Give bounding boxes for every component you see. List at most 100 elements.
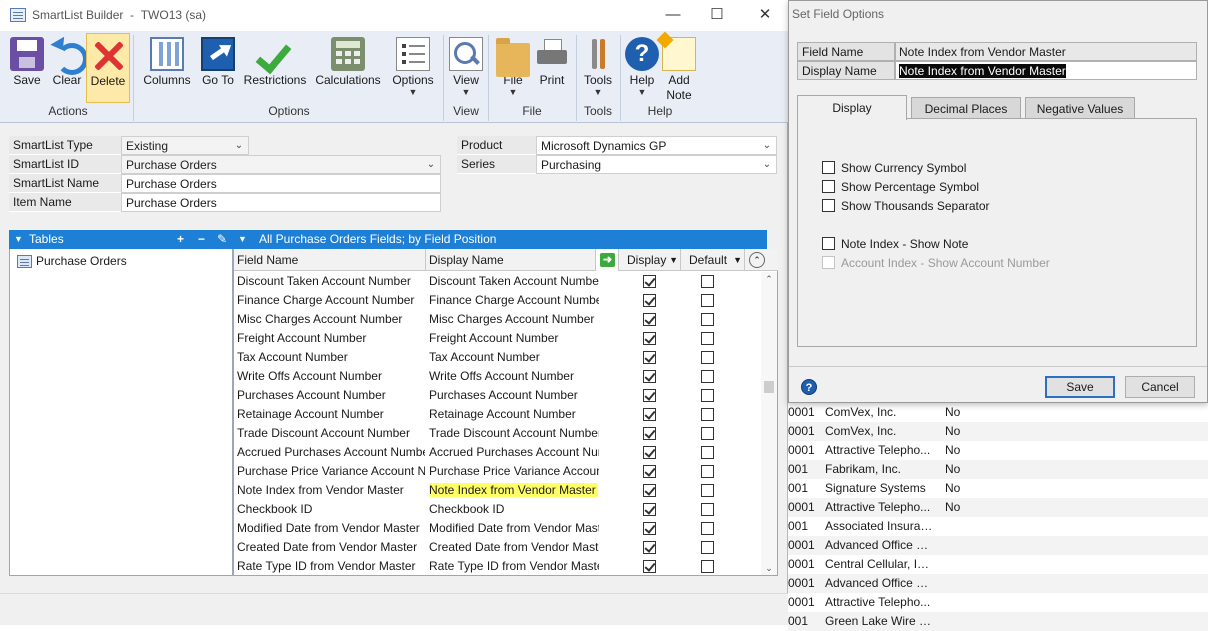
- display-name-cell[interactable]: Freight Account Number: [429, 329, 599, 348]
- display-checkbox[interactable]: [643, 465, 656, 478]
- default-checkbox[interactable]: [701, 465, 714, 478]
- column-display-name[interactable]: Display Name: [426, 249, 596, 271]
- display-name-cell[interactable]: Checkbook ID: [429, 500, 599, 519]
- table-row[interactable]: Finance Charge Account Number Finance Cha…: [234, 291, 762, 310]
- default-checkbox[interactable]: [701, 427, 714, 440]
- table-row[interactable]: Rate Type ID from Vendor Master Rate Type…: [234, 557, 762, 576]
- view-button[interactable]: View ▼: [448, 33, 484, 105]
- help-icon[interactable]: ?: [801, 379, 817, 395]
- scroll-down-icon[interactable]: ⌄: [761, 561, 777, 575]
- smartlist-id-select[interactable]: Purchase Orders ⌄: [121, 155, 441, 174]
- display-name-cell[interactable]: Write Offs Account Number: [429, 367, 599, 386]
- add-table-icon[interactable]: +: [177, 230, 184, 249]
- arrow-right-icon[interactable]: ➜: [596, 249, 619, 271]
- table-row[interactable]: Trade Discount Account Number Trade Disco…: [234, 424, 762, 443]
- table-row[interactable]: Write Offs Account Number Write Offs Acco…: [234, 367, 762, 386]
- table-row[interactable]: Misc Charges Account Number Misc Charges …: [234, 310, 762, 329]
- clear-button[interactable]: Clear: [48, 33, 88, 105]
- display-name-cell[interactable]: Purchases Account Number: [429, 386, 599, 405]
- collapse-icon[interactable]: ▼: [238, 230, 247, 249]
- default-checkbox[interactable]: [701, 294, 714, 307]
- table-row[interactable]: Accrued Purchases Account Number Accrued …: [234, 443, 762, 462]
- display-name-cell[interactable]: Retainage Account Number: [429, 405, 599, 424]
- default-checkbox[interactable]: [701, 408, 714, 421]
- help-button[interactable]: ? Help ▼: [624, 33, 660, 105]
- tab-decimal-places[interactable]: Decimal Places: [911, 97, 1021, 119]
- table-row[interactable]: Tax Account Number Tax Account Number: [234, 348, 762, 367]
- note-index-show-note-checkbox[interactable]: Note Index - Show Note: [822, 236, 968, 252]
- item-name-input[interactable]: Purchase Orders: [121, 193, 441, 212]
- table-row[interactable]: Checkbook ID Checkbook ID: [234, 500, 762, 519]
- close-button[interactable]: ✕: [742, 0, 788, 31]
- tools-button[interactable]: Tools ▼: [580, 33, 616, 105]
- display-checkbox[interactable]: [643, 313, 656, 326]
- display-checkbox[interactable]: [643, 427, 656, 440]
- collapse-icon[interactable]: ▼: [14, 230, 23, 249]
- print-button[interactable]: Print: [534, 33, 570, 105]
- cancel-button[interactable]: Cancel: [1125, 376, 1195, 398]
- smartlist-type-select[interactable]: Existing ⌄: [121, 136, 249, 155]
- default-checkbox[interactable]: [701, 332, 714, 345]
- file-button[interactable]: File ▼: [494, 33, 532, 105]
- table-row[interactable]: Created Date from Vendor Master Created D…: [234, 538, 762, 557]
- display-name-input[interactable]: Note Index from Vendor Master: [895, 61, 1197, 80]
- table-row[interactable]: Note Index from Vendor Master Note Index …: [234, 481, 762, 500]
- display-name-cell[interactable]: Discount Taken Account Number: [429, 272, 599, 291]
- column-field-name[interactable]: Field Name: [234, 249, 426, 271]
- display-name-cell[interactable]: Created Date from Vendor Master: [429, 538, 599, 557]
- display-checkbox[interactable]: [643, 332, 656, 345]
- default-checkbox[interactable]: [701, 503, 714, 516]
- default-checkbox[interactable]: [701, 446, 714, 459]
- display-name-cell[interactable]: Accrued Purchases Account Number: [429, 443, 599, 462]
- minimize-button[interactable]: —: [650, 0, 696, 31]
- table-row[interactable]: Retainage Account Number Retainage Accoun…: [234, 405, 762, 424]
- delete-button[interactable]: Delete: [86, 33, 130, 103]
- default-checkbox[interactable]: [701, 275, 714, 288]
- default-checkbox[interactable]: [701, 370, 714, 383]
- grid-scrollbar[interactable]: ⌃ ⌄: [761, 272, 777, 575]
- series-select[interactable]: Purchasing ⌄: [536, 155, 777, 174]
- display-name-cell[interactable]: Rate Type ID from Vendor Master: [429, 557, 599, 576]
- table-row[interactable]: Freight Account Number Freight Account Nu…: [234, 329, 762, 348]
- column-display[interactable]: Display ▼: [619, 249, 681, 271]
- show-percentage-symbol-checkbox[interactable]: Show Percentage Symbol: [822, 179, 979, 195]
- display-checkbox[interactable]: [643, 408, 656, 421]
- display-checkbox[interactable]: [643, 351, 656, 364]
- add-note-button[interactable]: Add Note: [662, 33, 696, 105]
- collapse-up-icon[interactable]: ⌃: [745, 249, 778, 271]
- maximize-button[interactable]: ☐: [694, 0, 740, 31]
- calculations-button[interactable]: Calculations: [314, 33, 382, 105]
- default-checkbox[interactable]: [701, 560, 714, 573]
- table-item-purchase-orders[interactable]: Purchase Orders: [14, 253, 127, 270]
- table-row[interactable]: Purchases Account Number Purchases Accoun…: [234, 386, 762, 405]
- display-checkbox[interactable]: [643, 294, 656, 307]
- display-checkbox[interactable]: [643, 370, 656, 383]
- show-currency-symbol-checkbox[interactable]: Show Currency Symbol: [822, 160, 966, 176]
- display-checkbox[interactable]: [643, 484, 656, 497]
- product-select[interactable]: Microsoft Dynamics GP ⌄: [536, 136, 777, 155]
- default-checkbox[interactable]: [701, 351, 714, 364]
- display-checkbox[interactable]: [643, 389, 656, 402]
- tab-display[interactable]: Display: [797, 95, 907, 120]
- display-checkbox[interactable]: [643, 560, 656, 573]
- display-name-cell[interactable]: Note Index from Vendor Master: [429, 481, 599, 500]
- default-checkbox[interactable]: [701, 313, 714, 326]
- display-name-cell[interactable]: Modified Date from Vendor Master: [429, 519, 599, 538]
- display-checkbox[interactable]: [643, 503, 656, 516]
- default-checkbox[interactable]: [701, 541, 714, 554]
- display-name-cell[interactable]: Finance Charge Account Number: [429, 291, 599, 310]
- show-thousands-separator-checkbox[interactable]: Show Thousands Separator: [822, 198, 990, 214]
- default-checkbox[interactable]: [701, 389, 714, 402]
- display-name-cell[interactable]: Purchase Price Variance Account Number: [429, 462, 599, 481]
- save-button[interactable]: Save: [7, 33, 47, 105]
- smartlist-name-input[interactable]: Purchase Orders: [121, 174, 441, 193]
- restrictions-button[interactable]: Restrictions: [242, 33, 308, 105]
- scroll-up-icon[interactable]: ⌃: [761, 272, 777, 286]
- display-name-cell[interactable]: Misc Charges Account Number: [429, 310, 599, 329]
- edit-table-icon[interactable]: ✎: [217, 230, 227, 249]
- display-checkbox[interactable]: [643, 522, 656, 535]
- columns-button[interactable]: Columns: [141, 33, 193, 105]
- table-row[interactable]: Modified Date from Vendor Master Modified…: [234, 519, 762, 538]
- display-checkbox[interactable]: [643, 275, 656, 288]
- table-row[interactable]: Discount Taken Account Number Discount Ta…: [234, 272, 762, 291]
